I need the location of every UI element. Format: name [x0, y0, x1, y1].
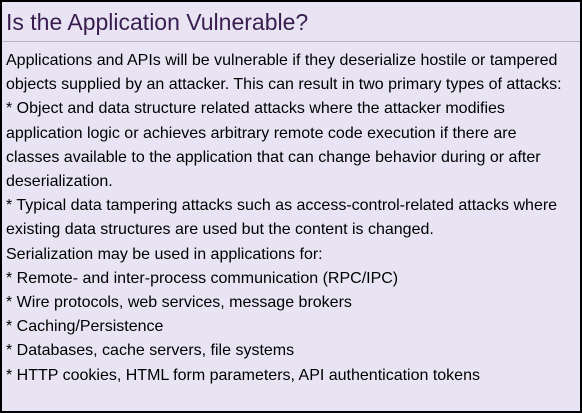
vulnerability-panel: Is the Application Vulnerable? Applicati… [0, 0, 582, 413]
body-line: * Caching/Persistence [6, 318, 164, 336]
body-line: classes available to the application tha… [6, 148, 541, 166]
body-line: * Databases, cache servers, file systems [6, 342, 295, 360]
body-line: existing data structures are used but th… [6, 221, 434, 239]
body-line: Serialization may be used in application… [6, 245, 323, 263]
body-line: application logic or achieves arbitrary … [6, 124, 517, 142]
body-line: * Object and data structure related atta… [6, 100, 505, 118]
body-line: * Typical data tampering attacks such as… [6, 197, 558, 215]
panel-title: Is the Application Vulnerable? [6, 9, 309, 35]
body-line: * HTTP cookies, HTML form parameters, AP… [6, 366, 480, 384]
body-line: objects supplied by an attacker. This ca… [6, 76, 562, 94]
body-line: deserialization. [6, 173, 113, 191]
body-line: * Remote- and inter-process communicatio… [6, 269, 399, 287]
panel-header: Is the Application Vulnerable? [2, 2, 580, 42]
body-line: * Wire protocols, web services, message … [6, 294, 352, 312]
panel-body: Applications and APIs will be vulnerable… [2, 42, 580, 388]
body-line: Applications and APIs will be vulnerable… [6, 52, 558, 69]
